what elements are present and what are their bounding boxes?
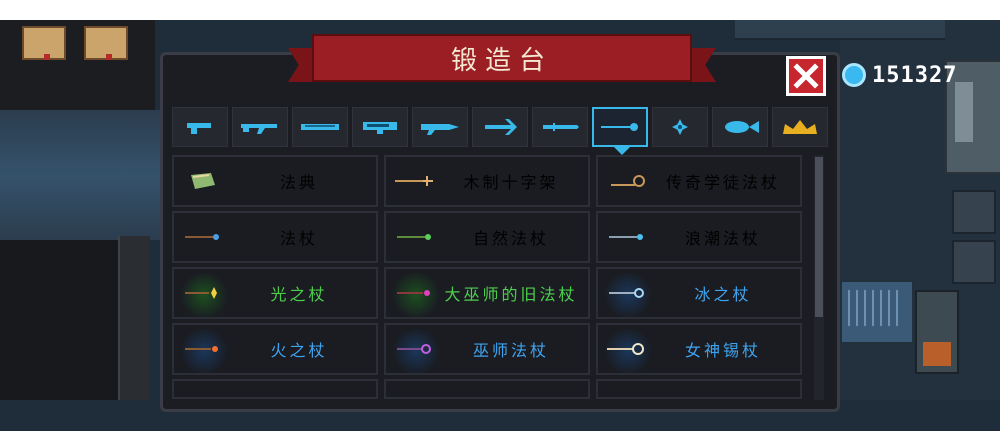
wall-painting (84, 26, 128, 60)
close-icon (793, 63, 819, 89)
tab-rifle[interactable] (232, 107, 288, 147)
item-name: 大巫师的旧法杖 (444, 285, 578, 304)
tab-laser-gun[interactable] (412, 107, 468, 147)
tab-blade[interactable] (532, 107, 588, 147)
door-pillar (118, 236, 150, 400)
tab-crossbow[interactable] (472, 107, 528, 147)
staff-icon (174, 213, 232, 261)
item-name: 法杖 (279, 229, 318, 248)
item-cell[interactable]: 法杖 (172, 211, 378, 263)
coil-staff-icon (598, 157, 656, 205)
item-name: 巫师法杖 (472, 341, 549, 360)
tab-fish[interactable] (712, 107, 768, 147)
fire-staff-icon (174, 325, 232, 373)
shotgun-icon (301, 124, 339, 130)
item-name: 传奇学徒法杖 (665, 173, 780, 192)
launcher-icon (363, 122, 397, 134)
tab-shotgun[interactable] (292, 107, 348, 147)
item-cell[interactable]: 浪潮法杖 (596, 211, 802, 263)
cross-staff-icon (386, 157, 444, 205)
pistol-icon (187, 123, 211, 134)
item-list-scrollbar[interactable] (814, 155, 824, 400)
item-name: 法典 (279, 173, 318, 192)
blade-icon (543, 123, 579, 131)
item-cell[interactable]: 木制十字架 (384, 155, 590, 207)
robot-prop (915, 290, 959, 374)
crate (952, 190, 996, 234)
wave-staff-icon (598, 213, 656, 261)
ceiling-beam (735, 20, 945, 40)
item-cell[interactable]: 冰之杖 (596, 267, 802, 319)
goddess-staff-icon (598, 325, 656, 373)
item-name: 光之杖 (270, 285, 328, 304)
blueprint-desk (840, 280, 914, 344)
item-cell[interactable] (596, 379, 802, 399)
item-name: 女神锡杖 (684, 341, 761, 360)
item-name: 冰之杖 (694, 285, 752, 304)
item-cell[interactable]: 法典 (172, 155, 378, 207)
item-name: 自然法杖 (472, 229, 549, 248)
item-name: 浪潮法杖 (684, 229, 761, 248)
shuriken-icon (672, 119, 688, 135)
item-cell[interactable]: 巫师法杖 (384, 323, 590, 375)
item-cell[interactable]: 火之杖 (172, 323, 378, 375)
crossbow-icon (485, 119, 517, 135)
item-cell[interactable]: 传奇学徒法杖 (596, 155, 802, 207)
page-title: 锻造台 (450, 45, 553, 76)
item-cell[interactable] (172, 379, 378, 399)
staff-icon (601, 123, 638, 131)
title-banner: 锻造台 (288, 34, 716, 82)
laser-gun-icon (421, 124, 459, 135)
ice-staff-icon (598, 269, 656, 317)
close-button[interactable] (786, 56, 826, 96)
item-cell[interactable]: 自然法杖 (384, 211, 590, 263)
light-staff-icon (174, 269, 232, 317)
tome-icon (174, 157, 232, 205)
item-name: 木制十字架 (463, 173, 559, 192)
tab-staff[interactable] (592, 107, 648, 155)
wizard-staff-icon (386, 325, 444, 373)
gem-counter: 151327 (842, 60, 957, 90)
item-cell[interactable]: 光之杖 (172, 267, 378, 319)
gem-amount: 151327 (872, 62, 958, 88)
gem-icon (842, 63, 866, 87)
scrollbar-thumb[interactable] (815, 157, 823, 317)
top-strip (0, 0, 1000, 20)
tab-crown[interactable] (772, 107, 828, 147)
item-grid: 法典 木制十字架 传奇学徒法杖 法杖 自然法杖 浪潮法杖 光之杖 大巫师的旧法杖… (172, 155, 812, 431)
banner-body: 锻造台 (312, 34, 692, 82)
tab-shuriken[interactable] (652, 107, 708, 147)
crown-icon (783, 120, 817, 134)
item-cell[interactable] (384, 379, 590, 399)
wall-painting (22, 26, 66, 60)
item-name: 火之杖 (270, 341, 328, 360)
weapon-category-tabs (172, 107, 832, 155)
archmage-staff-icon (386, 269, 444, 317)
item-cell[interactable]: 大巫师的旧法杖 (384, 267, 590, 319)
rifle-icon (241, 124, 277, 134)
floor-area (0, 110, 160, 240)
tab-pistol[interactable] (172, 107, 228, 147)
nature-staff-icon (386, 213, 444, 261)
fish-icon (725, 121, 759, 133)
tab-launcher[interactable] (352, 107, 408, 147)
crate (952, 240, 996, 284)
item-cell[interactable]: 女神锡杖 (596, 323, 802, 375)
